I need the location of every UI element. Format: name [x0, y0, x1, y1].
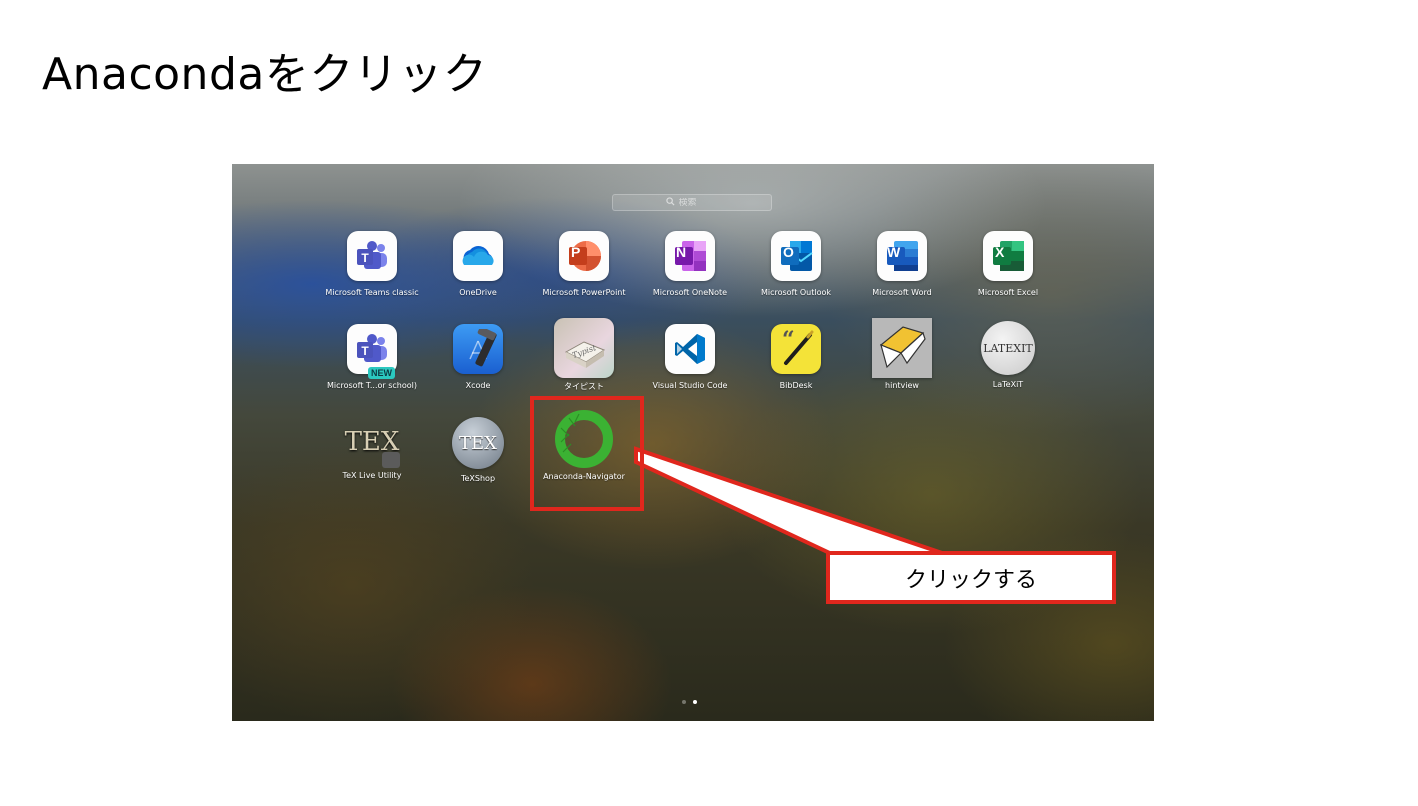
callout-pointer	[634, 446, 949, 557]
callout-box: クリックする	[826, 551, 1116, 604]
callout-text: クリックする	[904, 567, 1037, 593]
highlight-box	[530, 396, 644, 511]
